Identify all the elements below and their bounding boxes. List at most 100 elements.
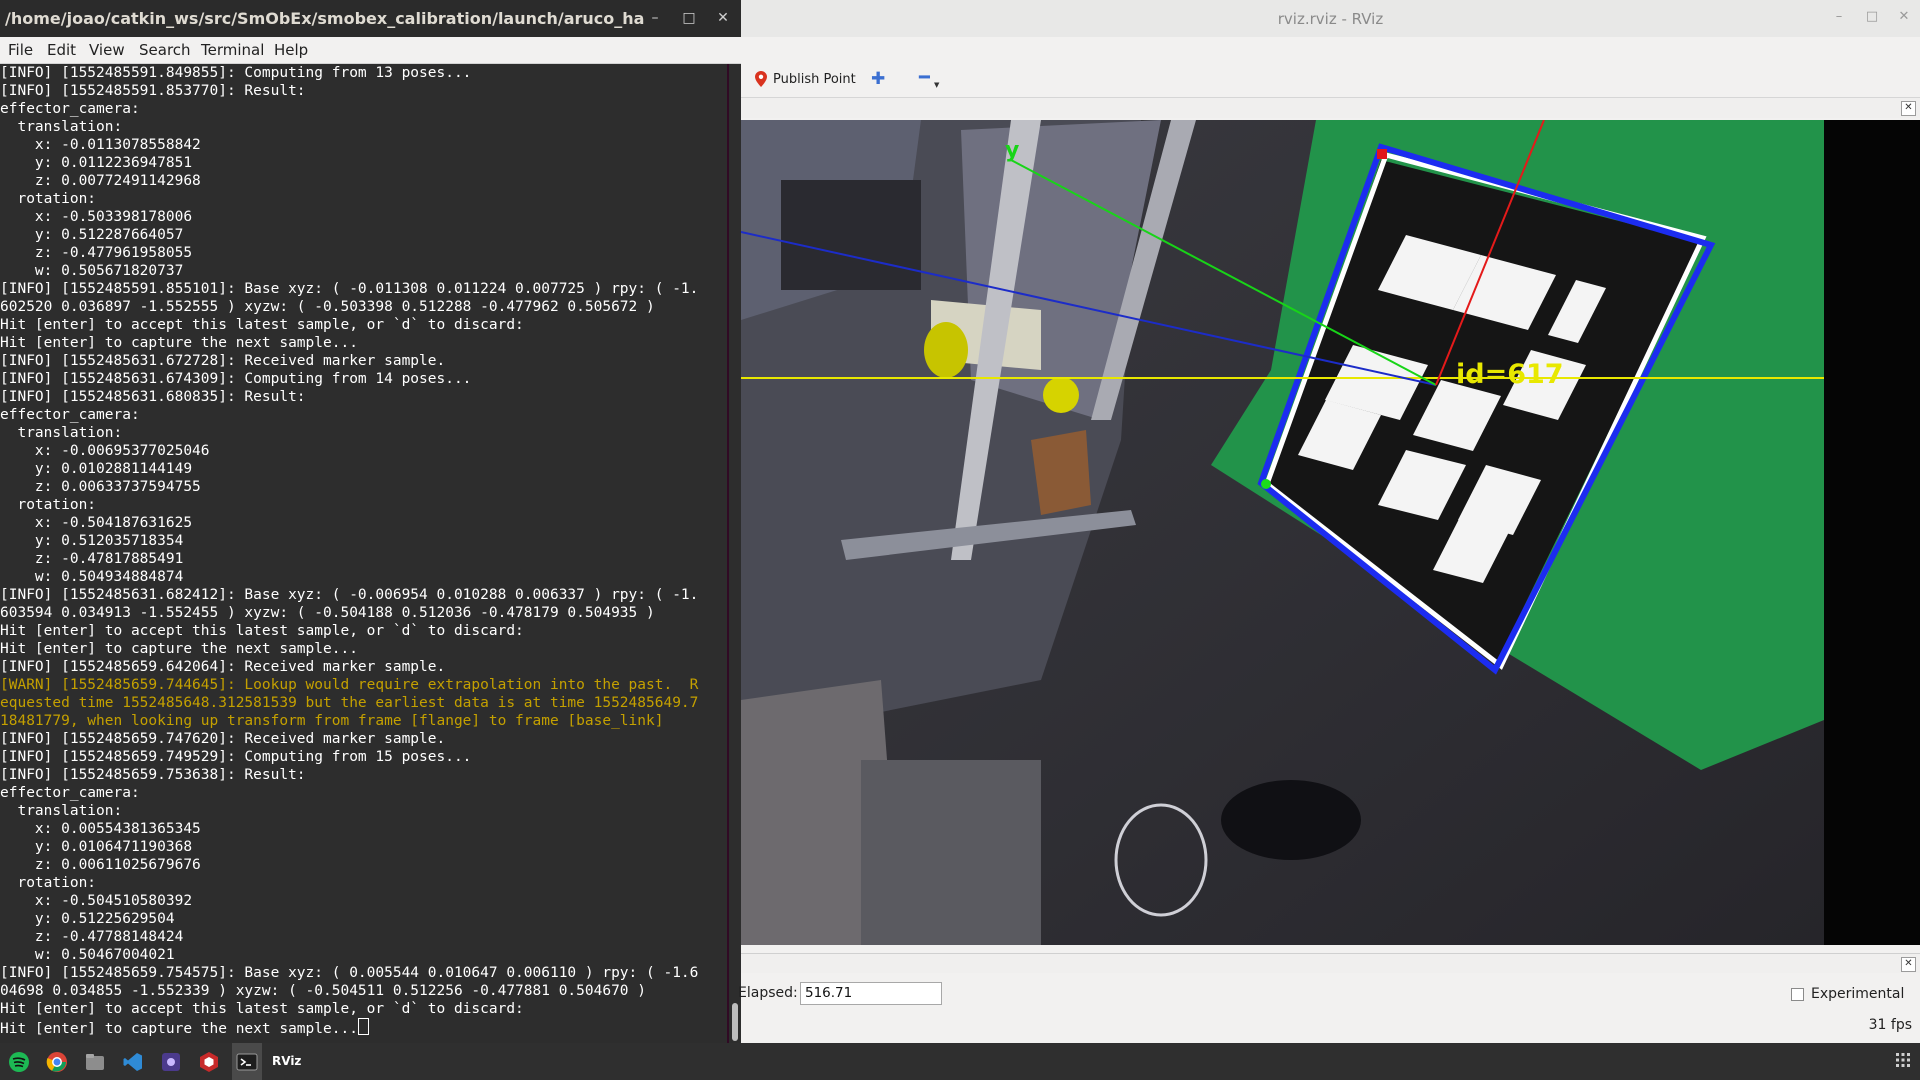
- terminal-line: translation:: [0, 803, 123, 819]
- chrome-icon[interactable]: [46, 1051, 68, 1073]
- rviz-window[interactable]: rviz.rviz - RViz – □ ✕ Publish Point ✚ ━…: [738, 0, 1920, 1043]
- terminal-line: y: 0.512035718354: [0, 533, 184, 549]
- terminal-line: [INFO] [1552485631.672728]: Received mar…: [0, 353, 446, 369]
- terminal-line: w: 0.505671820737: [0, 263, 184, 279]
- terminal-title: /home/joao/catkin_ws/src/SmObEx/smobex_c…: [5, 9, 645, 28]
- terminal-line: z: -0.47788148424: [0, 929, 184, 945]
- terminal-line: z: -0.477961958055: [0, 245, 193, 261]
- terminal-line: x: -0.0113078558842: [0, 137, 201, 153]
- terminal-line: translation:: [0, 119, 123, 135]
- terminal-titlebar[interactable]: /home/joao/catkin_ws/src/SmObEx/smobex_c…: [0, 0, 741, 37]
- time-panel-header: ✕: [741, 953, 1920, 974]
- terminal-icon[interactable]: [236, 1051, 258, 1073]
- terminal-line: z: 0.00772491142968: [0, 173, 201, 189]
- terminal-line: y: 0.512287664057: [0, 227, 184, 243]
- terminal-line: Hit [enter] to accept this latest sample…: [0, 623, 524, 639]
- terminal-line: x: -0.503398178006: [0, 209, 193, 225]
- terminal-line: x: -0.504510580392: [0, 893, 193, 909]
- checkbox-icon[interactable]: [1791, 987, 1804, 1001]
- rviz-close-button[interactable]: ✕: [1893, 9, 1915, 29]
- cardboard-box: [1031, 430, 1091, 515]
- spotify-icon[interactable]: [8, 1051, 30, 1073]
- app-icon[interactable]: [160, 1051, 182, 1073]
- terminal-line: [INFO] [1552485631.680835]: Result:: [0, 389, 306, 405]
- camera-image-view[interactable]: y id=617: [741, 120, 1824, 945]
- minimize-button[interactable]: –: [644, 8, 666, 28]
- add-tool-icon[interactable]: ✚: [871, 69, 885, 89]
- close-icon[interactable]: ✕: [1901, 101, 1916, 116]
- terminal-line: [INFO] [1552485591.849855]: Computing fr…: [0, 65, 472, 81]
- rviz-minimize-button[interactable]: –: [1828, 9, 1850, 29]
- terminal-menubar: File Edit View Search Terminal Help: [0, 37, 741, 64]
- rviz-taskbar-label[interactable]: RViz: [272, 1054, 301, 1068]
- corner-red: [1377, 149, 1387, 159]
- publish-point-tool[interactable]: Publish Point: [755, 68, 856, 90]
- terminal-scrollbar[interactable]: [729, 64, 741, 1043]
- app-grid-icon[interactable]: [1896, 1053, 1910, 1067]
- files-icon[interactable]: [84, 1051, 106, 1073]
- terminal-line: [INFO] [1552485659.753638]: Result:: [0, 767, 306, 783]
- red-app-icon[interactable]: [198, 1051, 220, 1073]
- terminal-cursor: [357, 1018, 369, 1035]
- menu-file[interactable]: File: [8, 41, 33, 59]
- chevron-down-icon[interactable]: ▼: [934, 81, 939, 89]
- terminal-line: [INFO] [1552485591.853770]: Result:: [0, 83, 306, 99]
- rviz-title: rviz.rviz - RViz: [1277, 10, 1384, 28]
- scrollbar-thumb[interactable]: [732, 1003, 738, 1041]
- rviz-maximize-button[interactable]: □: [1861, 9, 1883, 29]
- fps-readout: 31 fps: [1868, 1017, 1912, 1033]
- menu-view[interactable]: View: [89, 41, 125, 59]
- terminal-warn-line: 18481779, when looking up transform from…: [0, 713, 664, 729]
- terminal-line: effector_camera:: [0, 407, 140, 423]
- vscode-icon[interactable]: [122, 1051, 144, 1073]
- terminal-line: Hit [enter] to accept this latest sample…: [0, 317, 524, 333]
- rviz-menubar: [741, 37, 1920, 59]
- terminal-line: y: 0.0112236947851: [0, 155, 193, 171]
- terminal-line: [INFO] [1552485591.855101]: Base xyz: ( …: [0, 281, 699, 297]
- terminal-line: [INFO] [1552485659.642064]: Received mar…: [0, 659, 446, 675]
- rviz-toolbar: Publish Point ✚ ━ ▼: [741, 59, 1920, 98]
- menu-search[interactable]: Search: [139, 41, 191, 59]
- menu-help[interactable]: Help: [274, 41, 308, 59]
- experimental-label: Experimental: [1811, 986, 1905, 1002]
- terminal-line: z: 0.00611025679676: [0, 857, 201, 873]
- terminal-line: z: -0.47817885491: [0, 551, 184, 567]
- terminal-line: 603594 0.034913 -1.552455 ) xyzw: ( -0.5…: [0, 605, 655, 621]
- terminal-line: y: 0.51225629504: [0, 911, 175, 927]
- camera-border: [1824, 120, 1920, 945]
- publish-point-label: Publish Point: [773, 71, 856, 87]
- terminal-line: rotation:: [0, 191, 97, 207]
- close-button[interactable]: ✕: [712, 8, 734, 28]
- terminal-line: effector_camera:: [0, 101, 140, 117]
- terminal-window[interactable]: /home/joao/catkin_ws/src/SmObEx/smobex_c…: [0, 0, 741, 1043]
- terminal-line: effector_camera:: [0, 785, 140, 801]
- maximize-button[interactable]: □: [678, 8, 700, 28]
- corner-green: [1261, 479, 1271, 489]
- terminal-line: rotation:: [0, 875, 97, 891]
- rviz-titlebar[interactable]: rviz.rviz - RViz – □ ✕: [741, 0, 1920, 37]
- cart-frame: [861, 760, 1041, 945]
- experimental-checkbox[interactable]: Experimental: [1791, 986, 1904, 1002]
- elapsed-label: Elapsed:: [738, 985, 798, 1001]
- remove-tool-icon[interactable]: ━: [919, 67, 930, 88]
- terminal-line: y: 0.0102881144149: [0, 461, 193, 477]
- terminal-line: rotation:: [0, 497, 97, 513]
- terminal-line: x: -0.00695377025046: [0, 443, 210, 459]
- elapsed-field[interactable]: 516.71: [800, 982, 942, 1005]
- terminal-line: Hit [enter] to capture the next sample..…: [0, 641, 358, 657]
- close-icon[interactable]: ✕: [1901, 957, 1916, 972]
- terminal-output[interactable]: [INFO] [1552485591.849855]: Computing fr…: [0, 64, 727, 1043]
- terminal-line: x: 0.00554381365345: [0, 821, 201, 837]
- terminal-line: Hit [enter] to accept this latest sample…: [0, 1001, 524, 1017]
- terminal-line: x: -0.504187631625: [0, 515, 193, 531]
- black-cable: [1221, 780, 1361, 860]
- terminal-line: [INFO] [1552485659.749529]: Computing fr…: [0, 749, 472, 765]
- camera-panel-header: ✕: [741, 98, 1920, 118]
- time-panel: Elapsed: 516.71 Experimental 31 fps: [738, 973, 1920, 1043]
- terminal-line: w: 0.504934884874: [0, 569, 184, 585]
- terminal-warn-line: equested time 1552485648.312581539 but t…: [0, 695, 699, 711]
- menu-edit[interactable]: Edit: [47, 41, 76, 59]
- map-pin-icon: [755, 71, 767, 87]
- terminal-line: 602520 0.036897 -1.552555 ) xyzw: ( -0.5…: [0, 299, 655, 315]
- menu-terminal[interactable]: Terminal: [201, 41, 264, 59]
